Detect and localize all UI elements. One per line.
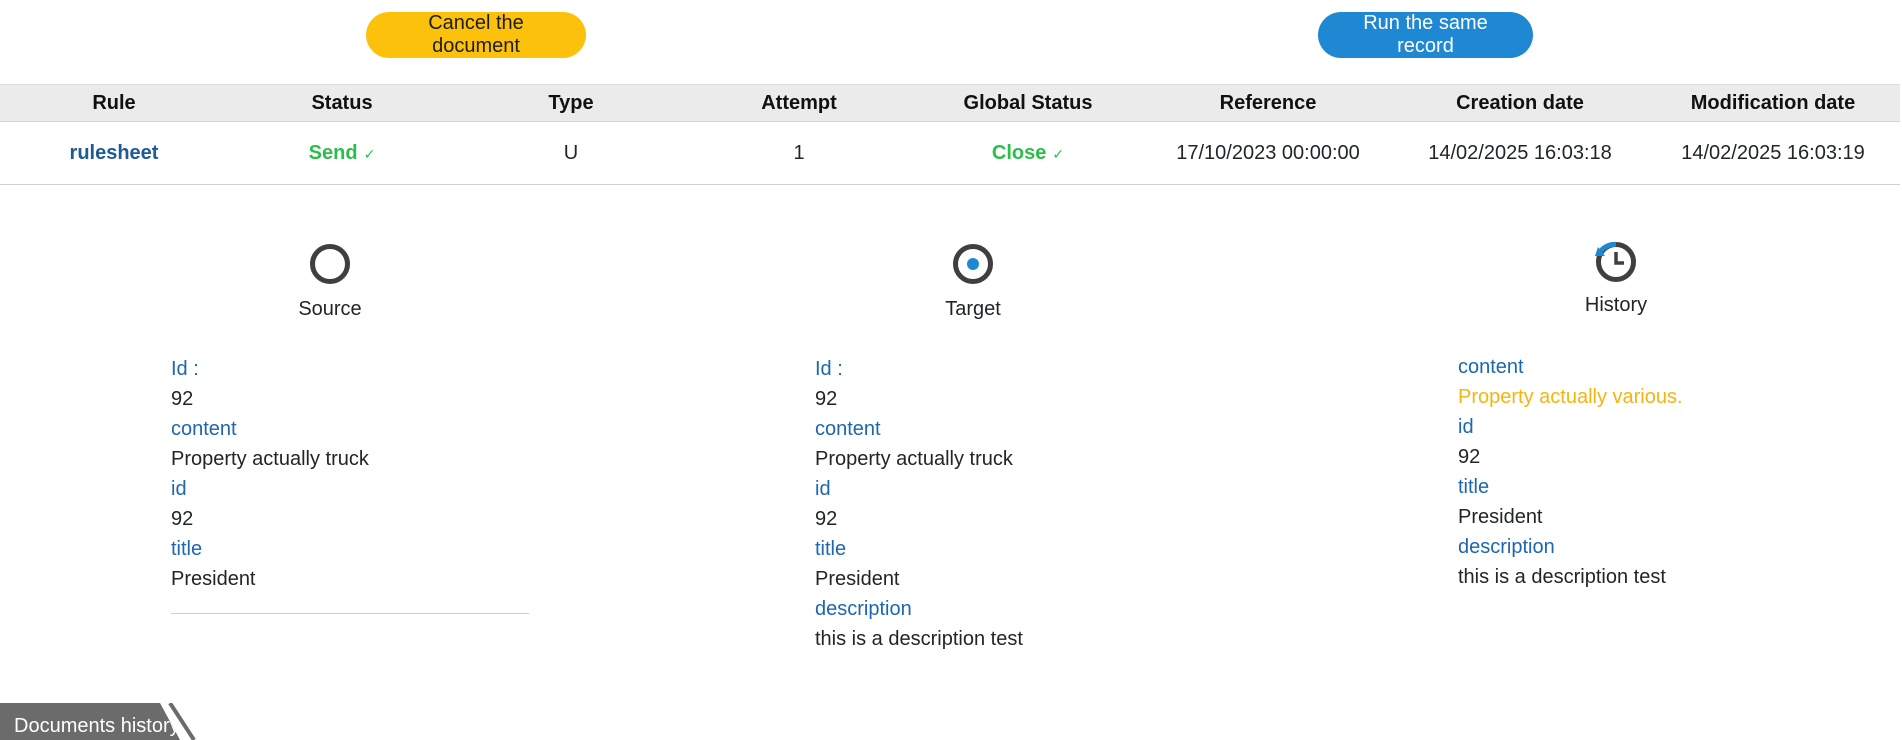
field-label: Id :: [171, 358, 199, 380]
field-label: Id :: [815, 358, 843, 380]
field-label: id: [171, 478, 187, 500]
status-value: Send: [308, 141, 358, 164]
field-value: 92: [171, 388, 194, 410]
field-label: content: [1458, 356, 1524, 378]
field-value: President: [1458, 506, 1543, 528]
run-same-record-button[interactable]: Run the same record: [1318, 12, 1533, 58]
reference-cell: 17/10/2023 00:00:00: [1176, 141, 1360, 164]
field-value: 92: [815, 508, 838, 530]
target-header: Target: [653, 242, 1293, 321]
source-fields: Id : 92 content Property actually truck …: [171, 354, 369, 594]
check-icon: ✓: [363, 145, 376, 162]
target-fields: Id : 92 content Property actually truck …: [815, 354, 1023, 654]
header-creation-date: Creation date: [1456, 91, 1584, 114]
document-table: Rule Status Type Attempt Global Status R…: [0, 84, 1900, 185]
table-row: rulesheet Send ✓ U 1 Close ✓ 17/10/2023 00…: [0, 122, 1900, 185]
history-header: History: [1296, 240, 1902, 317]
action-bar: Cancel the document Run the same record: [0, 0, 1902, 84]
documents-history-tab[interactable]: Documents history: [0, 703, 210, 740]
source-header: Source: [10, 242, 650, 321]
type-cell: U: [563, 141, 579, 164]
global-status-cell: Close ✓: [992, 142, 1064, 165]
field-value: 92: [1458, 446, 1481, 468]
field-value: 92: [815, 388, 838, 410]
table-header: Rule Status Type Attempt Global Status R…: [0, 84, 1900, 122]
field-label: id: [1458, 416, 1474, 438]
field-label: content: [815, 418, 881, 440]
ring-icon: [310, 244, 350, 284]
target-icon: [953, 244, 993, 284]
field-value: Property actually truck: [171, 448, 369, 470]
source-title: Source: [298, 298, 362, 320]
field-label: description: [1458, 536, 1555, 558]
header-reference: Reference: [1219, 91, 1317, 114]
target-title: Target: [945, 298, 1001, 320]
field-label: title: [1458, 476, 1490, 498]
field-value-changed: Property actually various.: [1458, 386, 1683, 408]
tab-stripe-decoration: [168, 703, 196, 740]
cancel-document-button[interactable]: Cancel the document: [366, 12, 586, 58]
field-label: title: [815, 538, 847, 560]
field-label: title: [171, 538, 203, 560]
modification-date-cell: 14/02/2025 16:03:19: [1681, 141, 1865, 164]
header-modification-date: Modification date: [1690, 91, 1856, 114]
documents-history-label: Documents history: [0, 703, 180, 740]
field-value: this is a description test: [1458, 566, 1666, 588]
field-value: Property actually truck: [815, 448, 1013, 470]
field-value: 92: [171, 508, 194, 530]
check-icon: ✓: [1052, 145, 1065, 162]
creation-date-cell: 14/02/2025 16:03:18: [1428, 141, 1612, 164]
header-status: Status: [311, 91, 373, 114]
history-title: History: [1584, 294, 1648, 316]
header-global-status: Global Status: [963, 91, 1093, 114]
global-status-value: Close: [991, 141, 1047, 164]
header-attempt: Attempt: [761, 91, 837, 114]
attempt-cell: 1: [793, 141, 805, 164]
field-label: id: [815, 478, 831, 500]
header-rule: Rule: [92, 91, 136, 114]
rule-link[interactable]: rulesheet: [70, 142, 159, 165]
divider: [171, 613, 529, 614]
history-fields: content Property actually various. id 92…: [1458, 352, 1683, 592]
header-type: Type: [548, 91, 594, 114]
field-label: description: [815, 598, 912, 620]
history-clock-icon: [1595, 241, 1636, 282]
field-value: President: [171, 568, 256, 590]
field-value: President: [815, 568, 900, 590]
field-label: content: [171, 418, 237, 440]
field-value: this is a description test: [815, 628, 1023, 650]
status-cell: Send ✓: [309, 142, 376, 165]
